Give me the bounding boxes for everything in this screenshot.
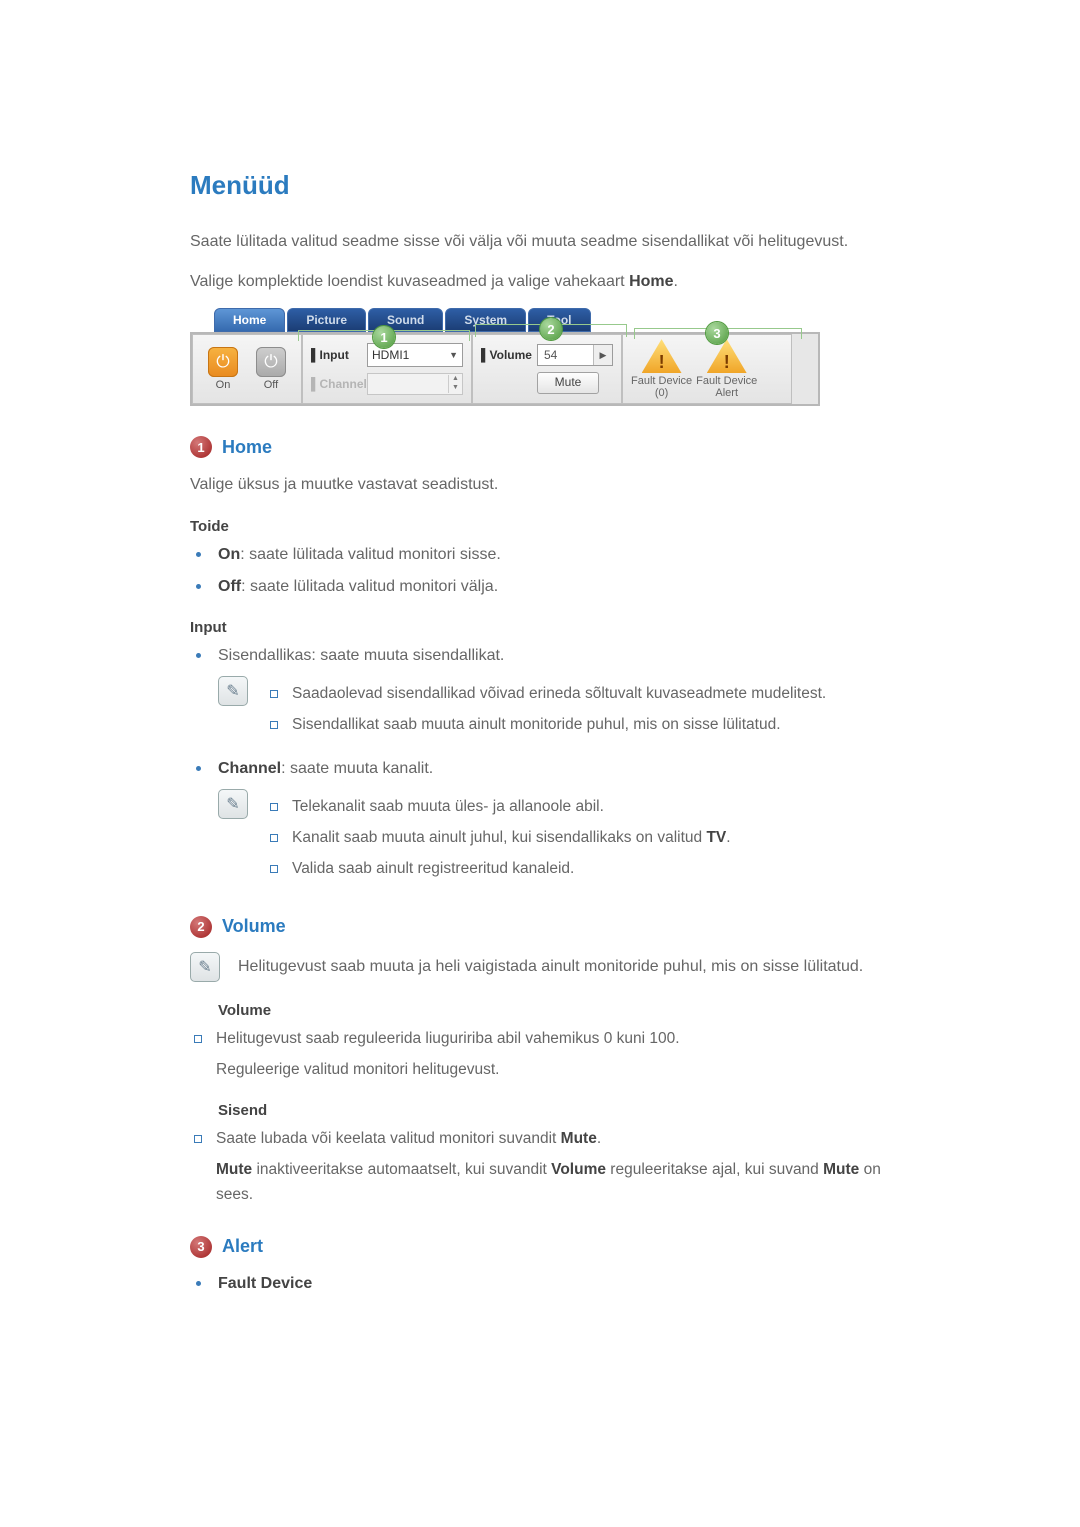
intro-paragraph-2: Valige komplektide loendist kuvaseadmed … [190, 269, 920, 295]
list-item: Sisendallikat saab muuta ainult monitori… [266, 713, 826, 738]
input-label: ▌Input [311, 348, 361, 362]
section-1-title: Home [222, 437, 272, 458]
list-item: Telekanalit saab muuta üles- ja allanool… [266, 795, 731, 820]
subhead-volume: Volume [218, 1002, 920, 1019]
list-item: Channel: saate muuta kanalit. [190, 757, 920, 781]
warning-icon: ! [642, 339, 682, 373]
intro2-bold: Home [629, 273, 673, 290]
section-1-head: 1 Home [190, 436, 920, 458]
warning-icon: ! [707, 339, 747, 373]
list-item: Sisendallikas: saate muuta sisendallikat… [190, 644, 920, 668]
list-item: Helitugevust saab reguleerida liuguririb… [190, 1027, 920, 1083]
tab-picture[interactable]: Picture [287, 308, 366, 332]
spinner-down-icon: ▼ [448, 384, 462, 393]
volume-group: ▌Volume 54 ▶ Mute [472, 334, 622, 404]
input-select-value: HDMI1 [372, 348, 409, 362]
chevron-down-icon: ▼ [449, 350, 458, 360]
intro2-pre: Valige komplektide loendist kuvaseadmed … [190, 273, 629, 290]
volume-stepper[interactable]: 54 ▶ [537, 344, 613, 366]
power-on-button[interactable]: ⏻ On [201, 347, 245, 391]
subhead-input: Input [190, 619, 920, 636]
list-item: Off: saate lülitada valitud monitori väl… [190, 575, 920, 599]
fault-device-count[interactable]: ! Fault Device(0) [631, 339, 692, 399]
power-off-label: Off [264, 379, 278, 391]
section-3-head: 3 Alert [190, 1236, 920, 1258]
intro2-post: . [674, 273, 678, 290]
channel-label: ▌Channel [311, 377, 361, 391]
control-panel: Home Picture Sound System Tool ⏻ On ⏻ Of… [190, 308, 820, 406]
section-2-head: 2 Volume [190, 916, 920, 938]
subhead-toide: Toide [190, 518, 920, 535]
section-3-title: Alert [222, 1236, 263, 1257]
note-icon: ✎ [218, 789, 248, 819]
panel-body: ⏻ On ⏻ Off ▌Input HDMI1 ▼ ▌Channel [190, 332, 820, 406]
intro-paragraph-1: Saate lülitada valitud seadme sisse või … [190, 229, 920, 255]
power-off-icon: ⏻ [256, 347, 286, 377]
list-item: Saadaolevad sisendallikad võivad erineda… [266, 682, 826, 707]
section-3-badge: 3 [190, 1236, 212, 1258]
volume-label: ▌Volume [481, 348, 531, 362]
list-item: Saate lubada või keelata valitud monitor… [190, 1127, 920, 1207]
chevron-right-icon: ▶ [593, 345, 612, 365]
power-on-label: On [216, 379, 231, 391]
tab-home[interactable]: Home [214, 308, 285, 332]
note-icon: ✎ [218, 676, 248, 706]
page-title: Menüüd [190, 170, 920, 201]
volume-value: 54 [544, 348, 557, 362]
fault-device-alert[interactable]: ! Fault DeviceAlert [696, 339, 757, 399]
spinner-up-icon: ▲ [448, 375, 462, 384]
list-item: Valida saab ainult registreeritud kanale… [266, 857, 731, 882]
section-2-title: Volume [222, 916, 286, 937]
note-icon: ✎ [190, 952, 220, 982]
mute-button[interactable]: Mute [537, 372, 599, 394]
section-1-badge: 1 [190, 436, 212, 458]
channel-spinner[interactable]: ▲▼ [367, 373, 463, 395]
power-on-icon: ⏻ [208, 347, 238, 377]
note-row: ✎ Telekanalit saab muuta üles- ja allano… [218, 789, 920, 887]
section-1-intro: Valige üksus ja muutke vastavat seadistu… [190, 472, 920, 498]
volume-note: Helitugevust saab muuta ja heli vaigista… [238, 954, 863, 980]
section-2-badge: 2 [190, 916, 212, 938]
note-row: ✎ Saadaolevad sisendallikad võivad erine… [218, 676, 920, 744]
list-item: Kanalit saab muuta ainult juhul, kui sis… [266, 826, 731, 851]
alert-group: ! Fault Device(0) ! Fault DeviceAlert [622, 334, 792, 404]
subhead-sisend: Sisend [218, 1102, 920, 1119]
list-item: Fault Device [190, 1272, 920, 1296]
power-group: ⏻ On ⏻ Off [192, 334, 302, 404]
note-row: ✎ Helitugevust saab muuta ja heli vaigis… [190, 952, 920, 982]
power-off-button[interactable]: ⏻ Off [249, 347, 293, 391]
list-item: On: saate lülitada valitud monitori siss… [190, 543, 920, 567]
